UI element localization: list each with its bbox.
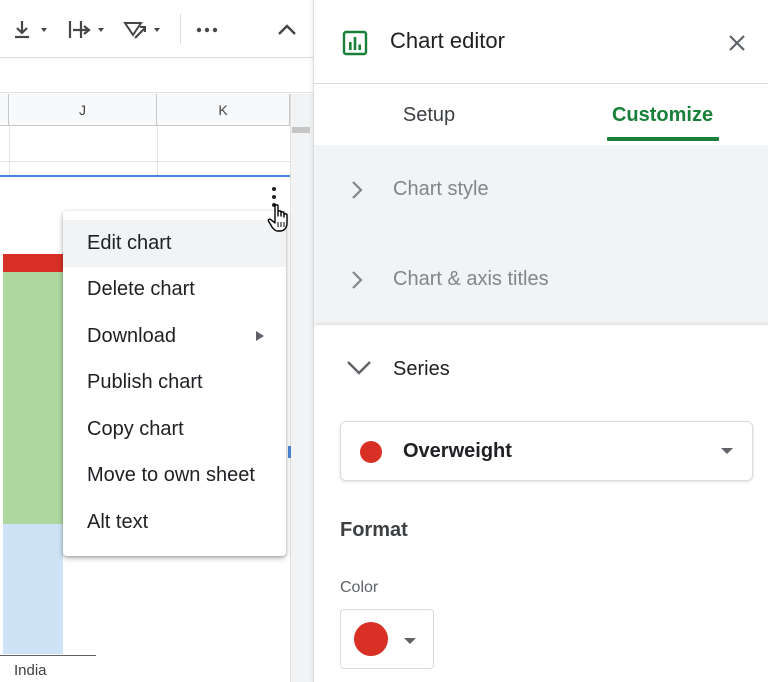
menu-item-edit-chart[interactable]: Edit chart	[63, 220, 286, 267]
format-heading: Format	[340, 519, 408, 541]
chart-context-menu: Edit chart Delete chart Download Publish…	[63, 211, 286, 556]
bar-segment-overweight[interactable]	[3, 254, 63, 272]
chart-editor-panel: Chart editor Setup Customize Chart style…	[313, 0, 768, 682]
menu-item-label: Edit chart	[87, 231, 172, 254]
menu-item-label: Publish chart	[87, 371, 203, 394]
grid-col-line	[9, 126, 10, 176]
bar-segment-normal[interactable]	[3, 272, 63, 524]
bar-segment-underweight[interactable]	[3, 524, 63, 654]
section-label: Chart style	[393, 178, 489, 200]
spreadsheet-area: J K India Edit chart Delete chart Downlo…	[0, 0, 313, 682]
chart-x-axis	[0, 655, 96, 656]
submenu-arrow-icon	[256, 331, 264, 342]
text-wrap-button[interactable]	[64, 16, 112, 44]
formula-bar	[0, 59, 313, 93]
collapse-toolbar-button[interactable]	[275, 16, 299, 44]
more-button[interactable]	[194, 16, 220, 44]
editor-tabs: Setup Customize	[314, 85, 768, 145]
series-dropdown[interactable]: Overweight	[340, 421, 753, 481]
column-header-j[interactable]: J	[9, 94, 157, 126]
section-series-label[interactable]: Series	[393, 358, 450, 381]
chevron-down-icon[interactable]	[346, 359, 372, 377]
grid-col-line	[157, 126, 158, 176]
tab-setup[interactable]: Setup	[370, 85, 488, 145]
vertical-scrollbar[interactable]	[290, 94, 313, 682]
column-header-partial[interactable]	[0, 94, 9, 126]
section-series: Series Overweight Format Color	[314, 325, 768, 682]
hand-pointer-icon	[267, 204, 288, 232]
toolbar-separator	[180, 14, 181, 44]
menu-item-delete-chart[interactable]: Delete chart	[63, 267, 286, 314]
dropdown-arrow-icon	[404, 638, 416, 644]
color-label: Color	[340, 579, 379, 596]
text-wrap-icon	[68, 21, 104, 38]
chart-resize-handle[interactable]	[288, 446, 291, 458]
section-chart-axis-titles[interactable]: Chart & axis titles	[314, 235, 768, 325]
active-tab-indicator	[607, 137, 719, 141]
chevron-right-icon	[352, 181, 363, 199]
vertical-align-icon	[15, 21, 47, 39]
screen: J K India Edit chart Delete chart Downlo…	[0, 0, 768, 682]
close-icon[interactable]	[726, 32, 748, 54]
more-icon	[196, 27, 218, 33]
menu-item-label: Download	[87, 324, 176, 347]
menu-item-download[interactable]: Download	[63, 313, 286, 360]
menu-item-label: Move to own sheet	[87, 464, 255, 487]
section-label: Chart & axis titles	[393, 268, 549, 290]
section-chart-style[interactable]: Chart style	[314, 145, 768, 235]
tab-customize[interactable]: Customize	[606, 85, 719, 145]
series-selected-value: Overweight	[403, 440, 512, 462]
collapse-icon	[278, 24, 296, 35]
toolbar	[0, 0, 313, 58]
grid-row-line	[0, 161, 290, 162]
editor-title: Chart editor	[390, 28, 505, 53]
dropdown-arrow-icon	[721, 448, 733, 454]
color-picker-button[interactable]	[340, 609, 434, 669]
menu-item-move-to-own-sheet[interactable]: Move to own sheet	[63, 453, 286, 500]
x-axis-tick-label: India	[14, 662, 47, 679]
text-rotate-button[interactable]	[121, 16, 169, 44]
color-swatch	[354, 622, 388, 656]
chevron-right-icon	[352, 271, 363, 289]
menu-item-label: Copy chart	[87, 417, 184, 440]
menu-item-label: Delete chart	[87, 278, 195, 301]
series-color-dot	[360, 441, 382, 463]
text-rotate-icon	[123, 22, 160, 39]
editor-header: Chart editor	[314, 0, 768, 84]
scrollbar-thumb[interactable]	[292, 127, 310, 133]
menu-item-publish-chart[interactable]: Publish chart	[63, 360, 286, 407]
column-header-k[interactable]: K	[157, 94, 290, 126]
chart-icon	[342, 30, 368, 56]
menu-item-alt-text[interactable]: Alt text	[63, 499, 286, 546]
menu-item-copy-chart[interactable]: Copy chart	[63, 406, 286, 453]
menu-item-label: Alt text	[87, 510, 149, 533]
vertical-align-button[interactable]	[10, 16, 54, 44]
